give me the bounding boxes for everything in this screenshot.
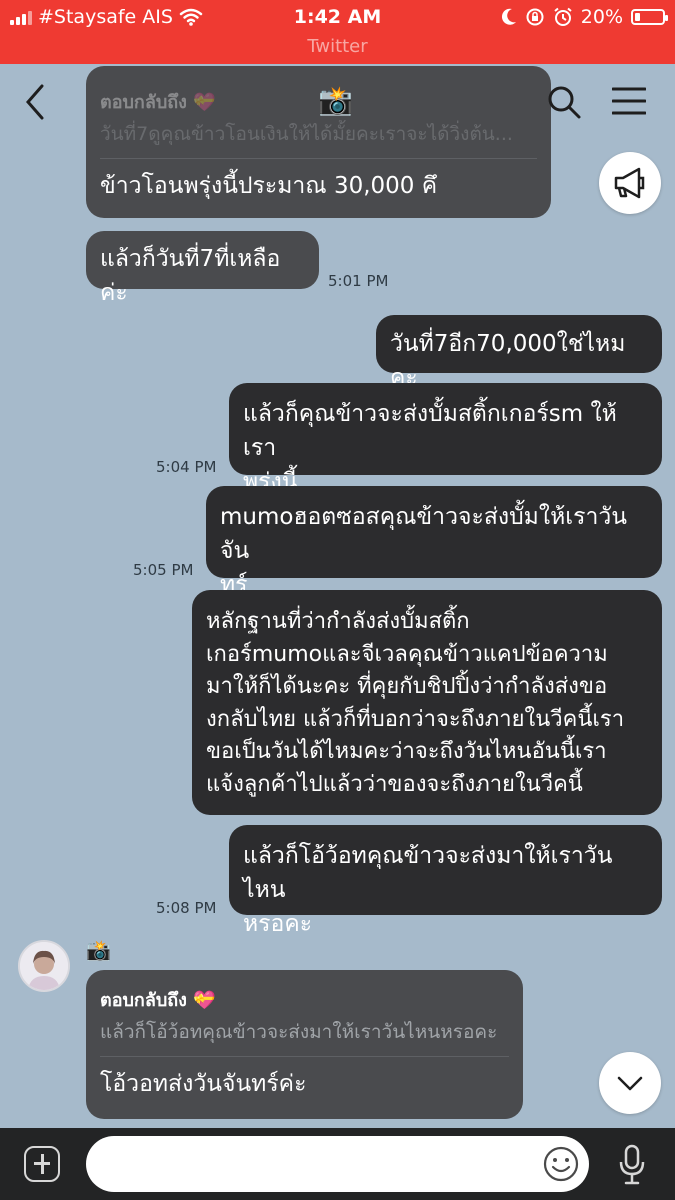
message-timestamp: 5:01 PM xyxy=(328,272,389,290)
incoming-message[interactable]: แล้วก็วันที่7ที่เหลือค่ะ xyxy=(86,231,319,306)
message-text: วันที่7อีก70,000ใช่ไหมคะ xyxy=(390,331,626,391)
message-timestamp: 5:08 PM xyxy=(156,899,217,917)
message-line: ขอเป็นวันได้ไหมคะว่าจะถึงวันไหนอันนี้เรา xyxy=(206,739,607,764)
message-line: หลักฐานที่ว่ากำลังส่งบั้มสติ้ก xyxy=(206,609,470,634)
battery-icon xyxy=(631,9,668,25)
status-bar: #Staysafe AIS 1:42 AM Twitter 20% xyxy=(0,0,675,64)
outgoing-message[interactable]: แล้วก็คุณข้าวจะส่งบั้มสติ้กเกอร์sm ให้เร… xyxy=(229,383,662,495)
alarm-icon xyxy=(554,7,572,26)
message-line: งกลับไทย แล้วก็ที่บอกว่าจะถึงภายในวีคนี้… xyxy=(206,706,625,732)
message-line: แล้วก็คุณข้าวจะส่งบั้มสติ้กเกอร์sm ให้เร… xyxy=(243,401,617,461)
outgoing-message[interactable]: แล้วก็โอ้ว้อทคุณข้าวจะส่งมาให้เราวันไหน … xyxy=(229,825,662,937)
megaphone-icon xyxy=(614,167,645,199)
chat-title-emoji: 📸 xyxy=(318,84,353,117)
message-input-bar xyxy=(0,1128,675,1200)
chevron-down-icon xyxy=(617,1076,643,1091)
moon-icon xyxy=(501,8,516,25)
reply-divider xyxy=(100,1056,509,1057)
hamburger-menu-icon[interactable] xyxy=(612,86,646,116)
message-timestamp: 5:05 PM xyxy=(133,561,194,579)
avatar[interactable] xyxy=(18,940,70,992)
message-line: มาให้ก็ได้นะคะ ที่คุยกับชิปปิ้งว่ากำลังส… xyxy=(206,674,608,699)
search-icon[interactable] xyxy=(546,84,582,120)
microphone-icon[interactable] xyxy=(618,1144,646,1186)
message-text: ข้าวโอนพรุ่งนี้ประมาณ 30,000 คึ xyxy=(100,173,438,199)
reply-divider xyxy=(100,158,537,159)
message-line: แจ้งลูกค้าไปแล้วว่าของจะถึงภายในวีคนี้ xyxy=(206,771,583,797)
smiley-icon[interactable] xyxy=(542,1145,580,1183)
message-line: mumoฮอตซอสคุณข้าวจะส่งบั้มให้เราวันจัน xyxy=(220,504,628,564)
message-text: โอ้วอทส่งวันจันทร์ค่ะ xyxy=(100,1071,307,1097)
chevron-left-icon[interactable] xyxy=(20,82,52,122)
message-line: เกอร์mumoและจีเวลคุณข้าวแคปข้อความ xyxy=(206,641,608,667)
rotation-lock-icon xyxy=(526,8,544,26)
message-text: แล้วก็วันที่7ที่เหลือค่ะ xyxy=(100,246,281,306)
message-input[interactable] xyxy=(86,1136,589,1192)
message-line: แล้วก็โอ้ว้อทคุณข้าวจะส่งมาให้เราวันไหน xyxy=(243,843,613,903)
outgoing-message[interactable]: mumoฮอตซอสคุณข้าวจะส่งบั้มให้เราวันจัน ท… xyxy=(206,486,662,598)
outgoing-message[interactable]: หลักฐานที่ว่ากำลังส่งบั้มสติ้ก เกอร์mumo… xyxy=(192,590,662,815)
avatar-image xyxy=(20,942,68,990)
outgoing-message[interactable]: วันที่7อีก70,000ใช่ไหมคะ xyxy=(376,315,662,391)
announcement-button[interactable] xyxy=(599,152,661,214)
battery-percent: 20% xyxy=(580,6,623,28)
message-line: หรอคะ xyxy=(243,911,313,937)
reply-quote: แล้วก็โอ้ว้อทคุณข้าวจะส่งมาให้เราวันไหนห… xyxy=(100,1021,498,1043)
status-right: 20% xyxy=(501,6,668,28)
incoming-message[interactable]: ตอบกลับถึง 💝 แล้วก็โอ้ว้อทคุณข้าวจะส่งมา… xyxy=(86,970,523,1119)
plus-icon[interactable] xyxy=(24,1146,60,1182)
reply-label: ตอบกลับถึง 💝 xyxy=(100,990,216,1011)
message-timestamp: 5:04 PM xyxy=(156,458,217,476)
chat-header: 📸 xyxy=(0,64,675,140)
sender-name: 📸 xyxy=(86,938,111,962)
status-app-subtitle: Twitter xyxy=(307,36,368,57)
scroll-down-button[interactable] xyxy=(599,1052,661,1114)
